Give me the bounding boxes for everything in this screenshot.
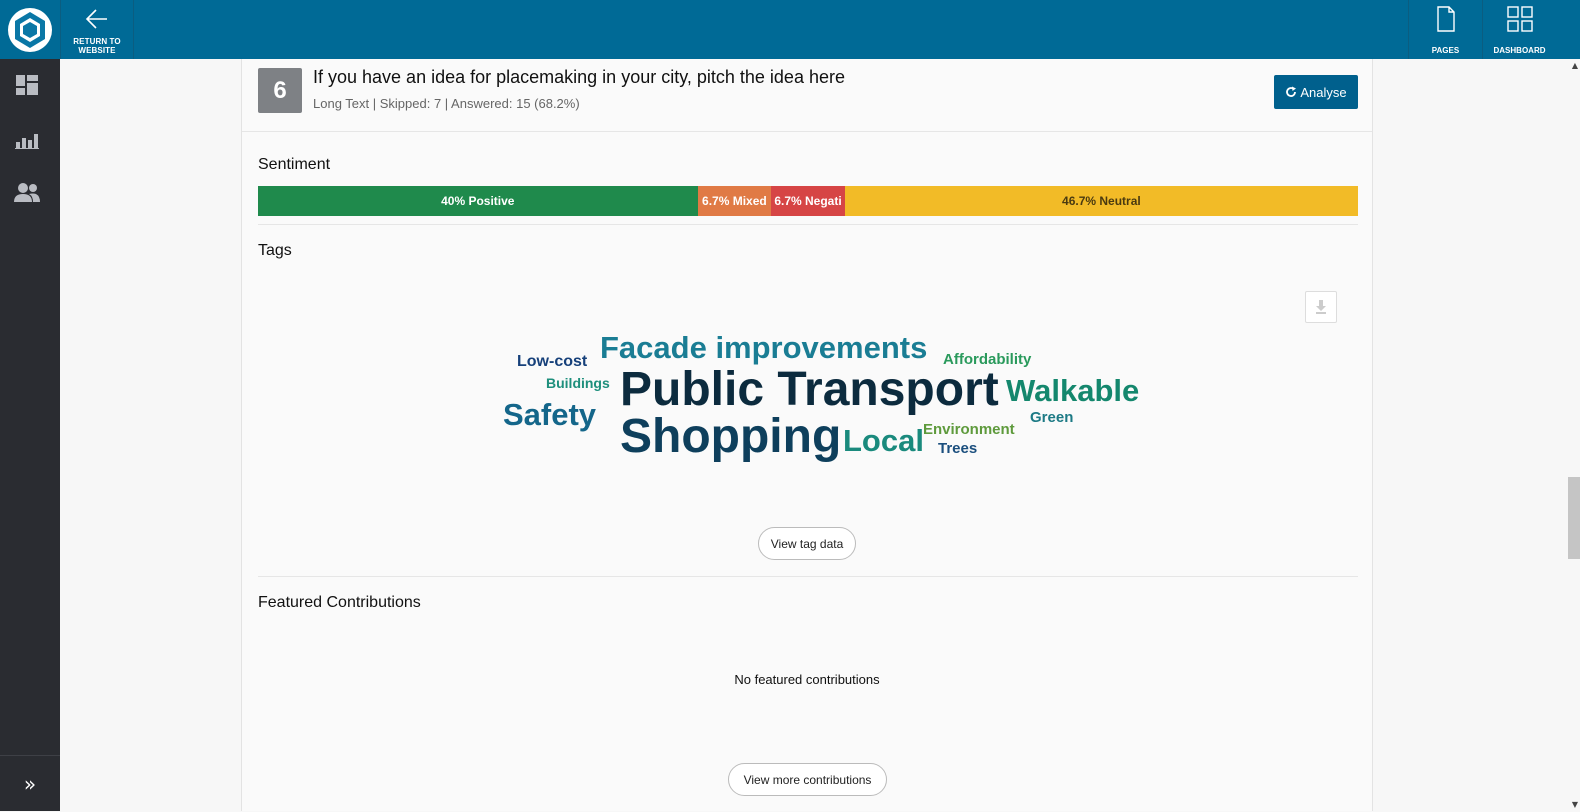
tag-cloud: Facade improvements Low-cost Affordabili… (242, 59, 1372, 811)
tag-word[interactable]: Low-cost (517, 354, 587, 370)
return-label-line2: WEBSITE (61, 46, 133, 55)
scroll-up-arrow-icon[interactable]: ▲ (1572, 61, 1578, 70)
sidebar: » (0, 59, 60, 811)
pages-label: PAGES (1409, 46, 1482, 55)
tag-word[interactable]: Safety (503, 399, 596, 430)
tag-word[interactable]: Walkable (1006, 375, 1139, 406)
view-tag-data-button[interactable]: View tag data (758, 527, 856, 560)
return-label-line1: RETURN TO (61, 37, 133, 46)
view-more-contributions-button[interactable]: View more contributions (728, 763, 887, 796)
expand-sidebar-button[interactable]: » (0, 755, 60, 811)
double-chevron-right-icon: » (24, 772, 36, 796)
layout-icon (16, 75, 38, 95)
bar-chart-icon (15, 129, 39, 149)
sidebar-item-reports[interactable] (14, 127, 40, 151)
tag-word[interactable]: Trees (938, 441, 977, 456)
pages-button[interactable]: PAGES (1408, 0, 1482, 59)
tag-word[interactable]: Facade improvements (600, 332, 927, 363)
sidebar-item-users[interactable] (14, 180, 40, 204)
scrollbar[interactable] (1568, 59, 1580, 811)
tag-word[interactable]: Shopping (620, 413, 841, 461)
question-card: 6 If you have an idea for placemaking in… (241, 59, 1373, 811)
tags-divider (258, 576, 1358, 577)
featured-title: Featured Contributions (258, 594, 421, 612)
app-logo[interactable] (0, 0, 60, 59)
empty-message: No featured contributions (242, 672, 1372, 687)
tag-word[interactable]: Local (843, 425, 924, 456)
tag-word[interactable]: Public Transport (620, 366, 999, 414)
scrollbar-thumb[interactable] (1568, 477, 1580, 559)
sidebar-item-dashboard[interactable] (14, 73, 40, 97)
scroll-down-arrow-icon[interactable]: ▼ (1572, 800, 1578, 809)
tag-word[interactable]: Green (1030, 410, 1073, 425)
dashboard-grid-icon (1506, 5, 1534, 33)
return-to-website-button[interactable]: RETURN TO WEBSITE (60, 0, 134, 59)
dashboard-label: DASHBOARD (1483, 46, 1556, 55)
hexagon-logo-icon (7, 7, 53, 53)
page-icon (1435, 5, 1457, 33)
tag-word[interactable]: Buildings (546, 376, 610, 390)
arrow-left-icon (83, 5, 111, 33)
tag-word[interactable]: Environment (923, 422, 1015, 437)
users-icon (14, 182, 40, 202)
top-bar: RETURN TO WEBSITE PAGES DASHBOARD (0, 0, 1580, 59)
dashboard-button[interactable]: DASHBOARD (1482, 0, 1556, 59)
